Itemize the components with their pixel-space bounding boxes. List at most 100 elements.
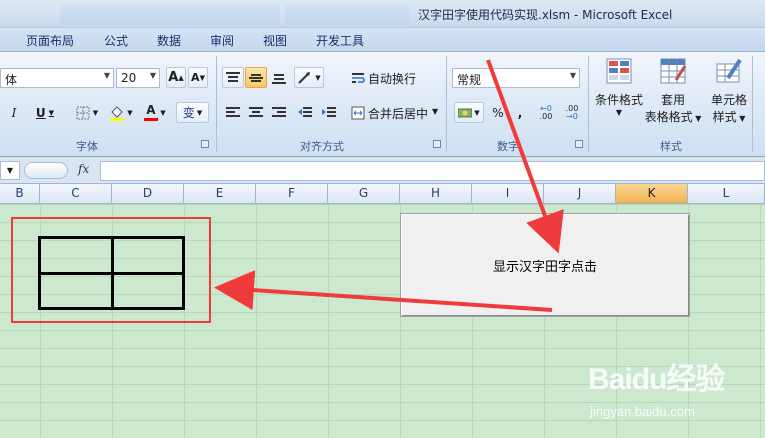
chevron-down-icon: ▼: [315, 73, 321, 82]
name-box-dropdown[interactable]: ▼: [0, 161, 20, 180]
chevron-down-icon: ▼: [149, 71, 156, 80]
font-color-icon: A: [144, 103, 159, 121]
decrease-indent-button[interactable]: [294, 102, 316, 123]
align-middle-icon: [249, 73, 263, 82]
percent-label: %: [492, 105, 504, 120]
tab-page-layout[interactable]: 页面布局: [26, 32, 74, 49]
align-left-button[interactable]: [222, 102, 244, 123]
align-middle-button[interactable]: [245, 67, 267, 88]
number-group-label: 数字: [497, 140, 519, 153]
font-name-combo[interactable]: 体 ▼: [0, 68, 114, 88]
formula-bar-handle[interactable]: [24, 162, 68, 179]
number-format-value: 常规: [457, 73, 482, 87]
orientation-button[interactable]: ▼: [294, 67, 324, 88]
table-style-icon: [660, 58, 687, 84]
tab-formulas[interactable]: 公式: [104, 32, 128, 49]
phonetic-button[interactable]: 变 ▼: [176, 102, 209, 123]
group-divider: [216, 56, 217, 152]
italic-label: I: [11, 105, 17, 120]
comma-label: ,: [517, 105, 523, 120]
baidu-watermark: Baidu经验 jingyan.baidu.com: [588, 354, 725, 419]
chevron-down-icon[interactable]: ▼: [432, 107, 438, 116]
ribbon: 体 ▼ 20 ▼ A ▲ A ▼ I U ▼ ▼ ▼ A ▼ 变 ▼ 字体 ▼ …: [0, 52, 765, 157]
tab-developer[interactable]: 开发工具: [316, 32, 364, 49]
column-header-j[interactable]: J: [544, 184, 616, 204]
window-title: 汉字田字使用代码实现.xlsm - Microsoft Excel: [418, 8, 673, 22]
conditional-format-button[interactable]: 条件格式 ▼: [592, 56, 646, 117]
column-header-d[interactable]: D: [112, 184, 184, 204]
column-header-l[interactable]: L: [688, 184, 765, 204]
column-header-e[interactable]: E: [184, 184, 256, 204]
alignment-group-label: 对齐方式: [300, 140, 344, 153]
column-header-c[interactable]: C: [40, 184, 112, 204]
baidu-logo: Baidu经验: [588, 363, 725, 396]
fill-color-button[interactable]: ▼: [106, 102, 136, 123]
tab-data[interactable]: 数据: [157, 32, 181, 49]
increase-decimal-button[interactable]: ←0.00: [534, 102, 558, 123]
chevron-down-icon: ▼: [160, 108, 166, 117]
font-dialog-launcher[interactable]: [201, 140, 209, 148]
grow-font-label: A: [168, 70, 179, 85]
show-tian-button[interactable]: 显示汉字田字点击: [400, 213, 690, 317]
column-header-f[interactable]: F: [256, 184, 328, 204]
cell-styles-button[interactable]: 单元格 样式 ▼: [704, 56, 754, 125]
column-header-k[interactable]: K: [616, 184, 688, 204]
background-window-tab: [60, 3, 280, 25]
column-header-h[interactable]: H: [400, 184, 472, 204]
merge-center-button[interactable]: [348, 102, 368, 123]
number-dialog-launcher[interactable]: [575, 140, 583, 148]
font-name-value: 体: [5, 73, 18, 87]
font-size-combo[interactable]: 20 ▼: [116, 68, 160, 88]
column-header-b[interactable]: B: [0, 184, 40, 204]
align-top-button[interactable]: [222, 67, 244, 88]
column-header-i[interactable]: I: [472, 184, 544, 204]
align-left-icon: [226, 106, 240, 117]
decrease-decimal-button[interactable]: .00 →0: [560, 102, 584, 123]
align-center-button[interactable]: [245, 102, 267, 123]
font-group-label: 字体: [76, 140, 98, 153]
chevron-down-icon: ▼: [103, 71, 110, 80]
chevron-down-icon: ▼: [196, 108, 203, 117]
tab-review[interactable]: 审阅: [210, 32, 234, 49]
grow-font-button[interactable]: A ▲: [166, 67, 186, 88]
chevron-down-icon: ▼: [474, 108, 480, 117]
shrink-font-label: A: [191, 71, 200, 84]
conditional-format-label: 条件格式: [594, 93, 643, 107]
watermark-url: jingyan.baidu.com: [590, 404, 695, 419]
italic-button[interactable]: I: [6, 102, 22, 123]
align-right-button[interactable]: [268, 102, 290, 123]
column-header-g[interactable]: G: [328, 184, 400, 204]
group-divider: [588, 56, 589, 152]
group-divider: [752, 56, 753, 152]
merge-center-label[interactable]: 合并后居中: [368, 105, 428, 122]
tab-view[interactable]: 视图: [263, 32, 287, 49]
shrink-font-button[interactable]: A ▼: [188, 67, 208, 88]
tian-horizontal-line: [41, 272, 182, 275]
chevron-down-icon: ▼: [92, 108, 99, 117]
formula-input[interactable]: [100, 161, 765, 181]
group-divider: [446, 56, 447, 152]
ribbon-tabs: 页面布局 公式 数据 审阅 视图 开发工具: [0, 28, 765, 52]
wrap-text-button[interactable]: [348, 67, 368, 88]
format-as-table-button[interactable]: 套用 表格格式 ▼: [644, 56, 702, 125]
conditional-format-icon: [606, 58, 632, 84]
align-bottom-button[interactable]: [268, 67, 290, 88]
format-as-table-label-2: 表格格式: [644, 110, 693, 124]
wrap-text-label[interactable]: 自动换行: [368, 70, 416, 87]
decrease-indent-icon: [298, 106, 312, 117]
comma-style-button[interactable]: ,: [510, 102, 530, 123]
increase-indent-button[interactable]: [318, 102, 340, 123]
alignment-dialog-launcher[interactable]: [433, 140, 441, 148]
underline-button[interactable]: U ▼: [32, 102, 58, 123]
font-color-button[interactable]: A ▼: [140, 102, 170, 123]
insert-function-button[interactable]: fx: [78, 162, 89, 176]
borders-button[interactable]: ▼: [72, 102, 102, 123]
accounting-format-button[interactable]: ▼: [454, 102, 484, 123]
align-right-icon: [272, 106, 286, 117]
tian-grid-shape: [38, 236, 185, 310]
title-bar: 汉字田字使用代码实现.xlsm - Microsoft Excel: [0, 0, 765, 28]
percent-style-button[interactable]: %: [488, 102, 508, 123]
number-format-combo[interactable]: 常规 ▼: [452, 68, 580, 88]
chevron-down-icon: ▼: [569, 71, 576, 80]
orientation-icon: [298, 71, 311, 84]
